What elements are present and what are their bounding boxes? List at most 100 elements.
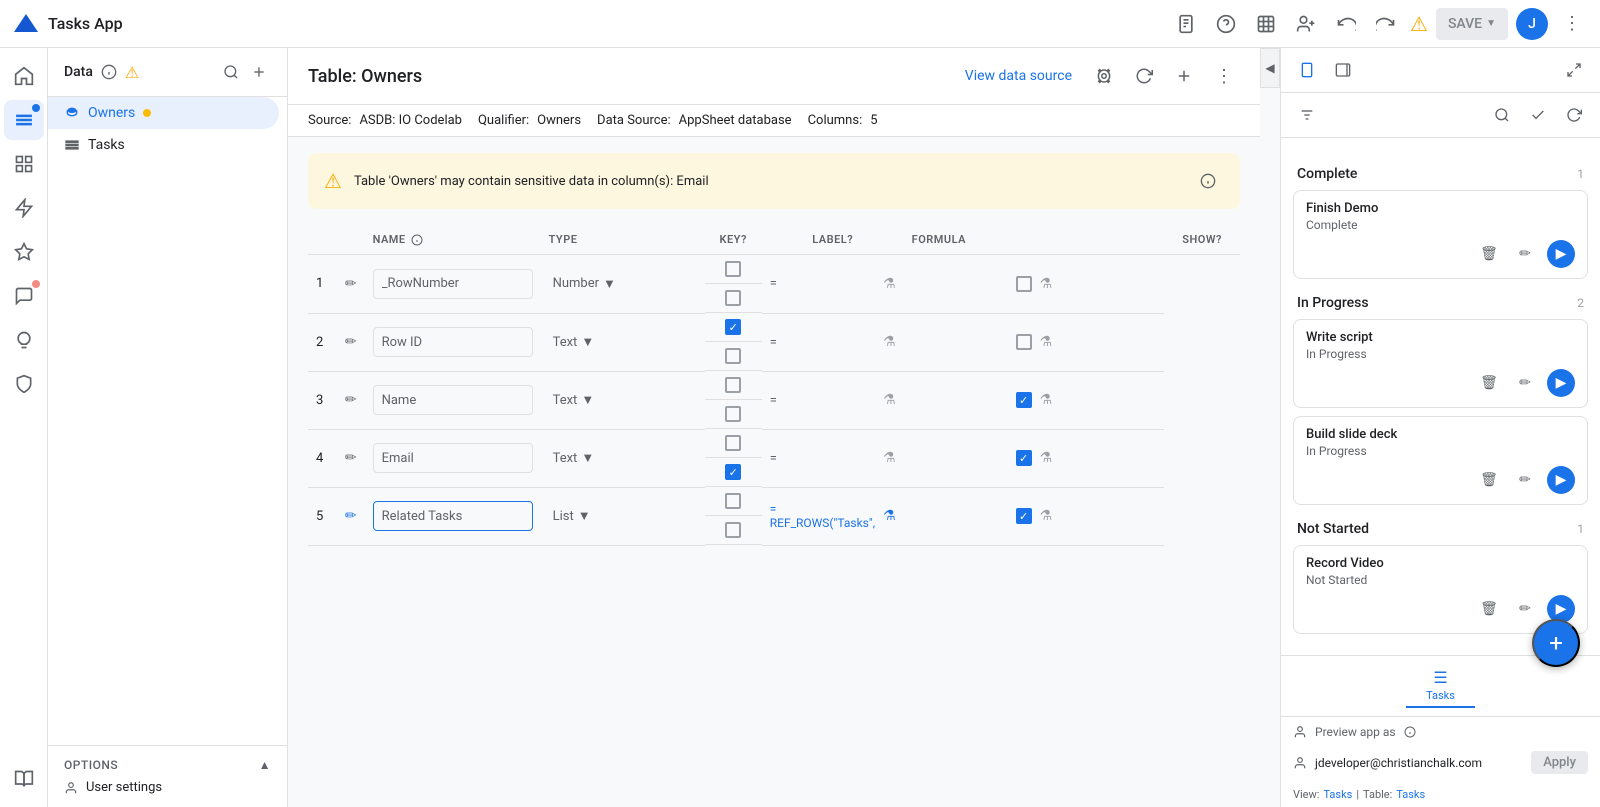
type-select-1[interactable]: Number ▼	[549, 272, 697, 296]
data-panel-bottom: Options ▲ User settings	[48, 745, 287, 807]
table-view-button[interactable]	[1250, 8, 1282, 40]
label-cb-3[interactable]	[725, 406, 741, 422]
label-cb-1[interactable]	[725, 290, 741, 306]
save-button[interactable]: SAVE ▼	[1436, 8, 1508, 40]
show-cb-4[interactable]	[1016, 450, 1032, 466]
type-select-3[interactable]: Text ▼	[549, 388, 697, 412]
collapse-preview-button[interactable]: ◀	[1260, 48, 1280, 88]
edit-finish-demo[interactable]: ✏	[1511, 240, 1539, 268]
user-settings-item[interactable]: User settings	[64, 780, 271, 795]
delete-record-video[interactable]: 🗑	[1475, 595, 1503, 623]
phone-view-button[interactable]	[1293, 56, 1321, 84]
edit-record-video[interactable]: ✏	[1511, 595, 1539, 623]
more-options-button[interactable]: ⋮	[1208, 60, 1240, 92]
apply-button[interactable]: Apply	[1531, 751, 1588, 774]
sidebar-item-bulb[interactable]	[4, 320, 44, 360]
preview-search-button[interactable]	[1488, 101, 1516, 129]
label-cb-5[interactable]	[725, 522, 741, 538]
key-cb-3[interactable]	[725, 377, 741, 393]
show-flask-2[interactable]: ⚗	[1040, 334, 1053, 350]
show-flask-1[interactable]: ⚗	[1040, 276, 1053, 292]
preview-refresh-button[interactable]	[1560, 101, 1588, 129]
type-select-5[interactable]: List ▼	[549, 504, 697, 528]
flask-icon-5[interactable]: ⚗	[883, 508, 896, 524]
table-item-tasks[interactable]: Tasks	[48, 129, 287, 161]
undo-button[interactable]	[1330, 8, 1362, 40]
task-actions-write-script: 🗑 ✏ ▶	[1306, 369, 1575, 397]
open-write-script[interactable]: ▶	[1547, 369, 1575, 397]
col-formula-header: FORMULA	[904, 225, 1164, 255]
sidebar-item-security[interactable]	[4, 364, 44, 404]
show-cb-2[interactable]	[1016, 334, 1032, 350]
edit-build-slide[interactable]: ✏	[1511, 466, 1539, 494]
flask-icon-2[interactable]: ⚗	[883, 334, 896, 350]
edit-icon-5[interactable]: ✏	[345, 508, 357, 524]
show-cb-3[interactable]	[1016, 392, 1032, 408]
tablet-view-button[interactable]	[1329, 56, 1357, 84]
filter-sort-button[interactable]	[1293, 101, 1321, 129]
sidebar-item-data[interactable]	[4, 100, 44, 140]
table-item-owners[interactable]: Owners	[48, 97, 279, 129]
add-user-button[interactable]	[1290, 8, 1322, 40]
flask-icon-3[interactable]: ⚗	[883, 392, 896, 408]
view-data-source-link[interactable]: View data source	[965, 68, 1072, 84]
task-status-write-script: In Progress	[1306, 347, 1575, 361]
type-select-4[interactable]: Text ▼	[549, 446, 697, 470]
show-flask-3[interactable]: ⚗	[1040, 392, 1053, 408]
field-name-2[interactable]	[373, 327, 533, 357]
key-cb-2[interactable]	[725, 319, 741, 335]
edit-icon-3[interactable]: ✏	[345, 392, 357, 408]
tasks-tab[interactable]: ☰ Tasks	[1406, 664, 1475, 708]
field-name-4[interactable]	[373, 443, 533, 473]
field-name-5[interactable]	[373, 501, 533, 531]
sidebar-item-automation[interactable]	[4, 188, 44, 228]
label-cb-4[interactable]	[725, 464, 741, 480]
delete-finish-demo[interactable]: 🗑	[1475, 240, 1503, 268]
open-build-slide[interactable]: ▶	[1547, 466, 1575, 494]
open-finish-demo[interactable]: ▶	[1547, 240, 1575, 268]
preview-check-button[interactable]	[1524, 101, 1552, 129]
data-add-button[interactable]	[247, 60, 271, 84]
edit-icon-2[interactable]: ✏	[345, 334, 357, 350]
edit-icon-1[interactable]: ✏	[345, 276, 357, 292]
table-settings-button[interactable]	[1088, 60, 1120, 92]
view-link[interactable]: Tasks	[1323, 788, 1352, 801]
key-cb-4[interactable]	[725, 435, 741, 451]
edit-write-script[interactable]: ✏	[1511, 369, 1539, 397]
help-button[interactable]	[1210, 8, 1242, 40]
sidebar-item-chat[interactable]	[4, 276, 44, 316]
warning-info-button[interactable]	[1192, 165, 1224, 197]
flask-icon-1[interactable]: ⚗	[883, 276, 896, 292]
type-select-2[interactable]: Text ▼	[549, 330, 697, 354]
show-cb-1[interactable]	[1016, 276, 1032, 292]
redo-button[interactable]	[1370, 8, 1402, 40]
show-cb-5[interactable]	[1016, 508, 1032, 524]
field-name-1[interactable]	[373, 269, 533, 299]
task-write-script: Write script In Progress 🗑 ✏ ▶	[1293, 319, 1588, 408]
delete-build-slide[interactable]: 🗑	[1475, 466, 1503, 494]
expand-preview-button[interactable]	[1560, 56, 1588, 84]
content-title: Table: Owners	[308, 66, 422, 87]
key-cb-1[interactable]	[725, 261, 741, 277]
delete-write-script[interactable]: 🗑	[1475, 369, 1503, 397]
show-flask-4[interactable]: ⚗	[1040, 450, 1053, 466]
sidebar-item-learn[interactable]	[4, 759, 44, 799]
preview-button[interactable]	[1170, 8, 1202, 40]
sidebar-item-views[interactable]	[4, 144, 44, 184]
table-link[interactable]: Tasks	[1396, 788, 1425, 801]
label-cb-2[interactable]	[725, 348, 741, 364]
fab-add-button[interactable]: +	[1532, 619, 1580, 667]
data-search-button[interactable]	[219, 60, 243, 84]
edit-icon-4[interactable]: ✏	[345, 450, 357, 466]
sidebar-item-home[interactable]	[4, 56, 44, 96]
avatar[interactable]: J	[1516, 8, 1548, 40]
sidebar-item-ux[interactable]	[4, 232, 44, 272]
field-name-3[interactable]	[373, 385, 533, 415]
show-flask-5[interactable]: ⚗	[1040, 508, 1053, 524]
formula-eq-1: =	[770, 276, 875, 291]
add-column-button[interactable]	[1168, 60, 1200, 92]
flask-icon-4[interactable]: ⚗	[883, 450, 896, 466]
more-button[interactable]: ⋮	[1556, 8, 1588, 40]
refresh-button[interactable]	[1128, 60, 1160, 92]
key-cb-5[interactable]	[725, 493, 741, 509]
